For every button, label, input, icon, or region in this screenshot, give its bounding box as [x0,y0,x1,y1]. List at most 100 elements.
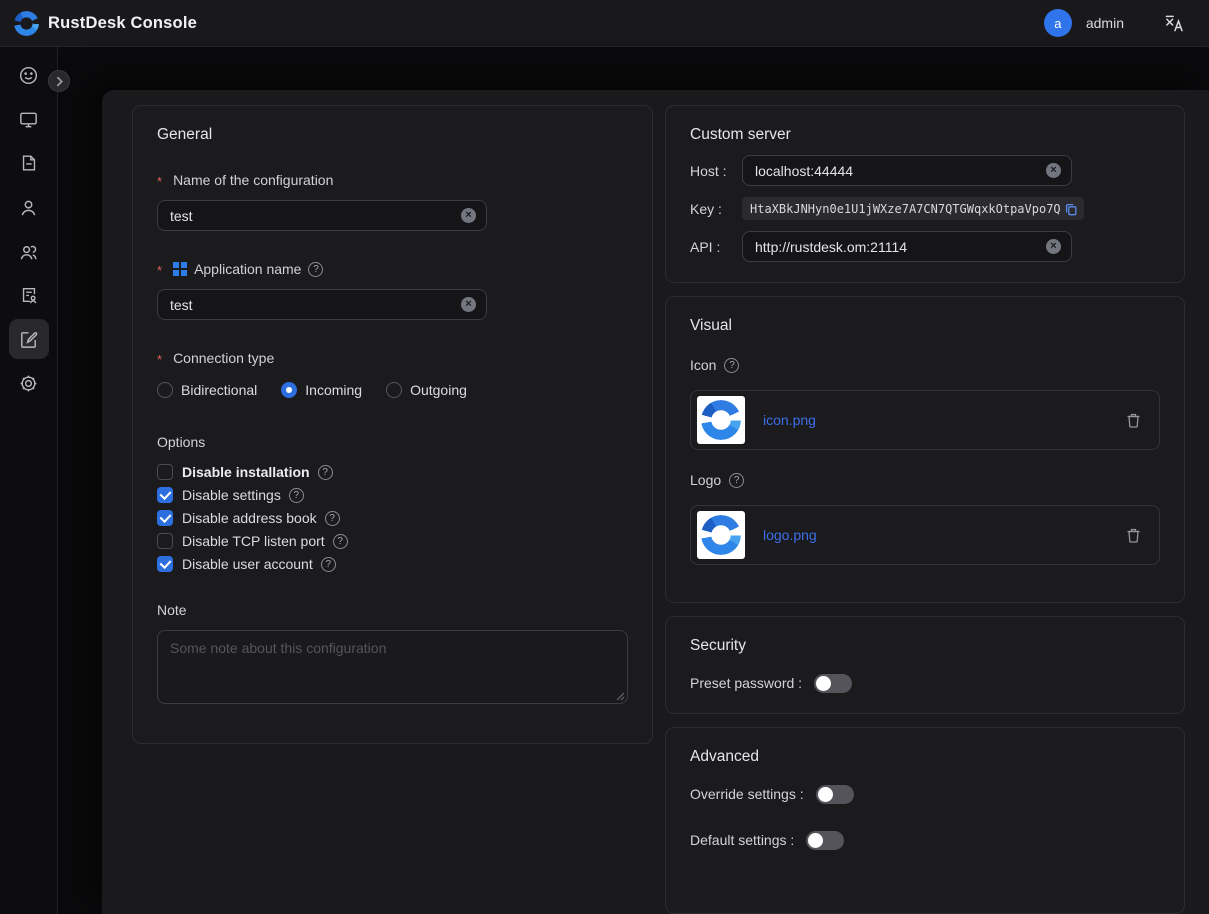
copy-icon[interactable] [1064,202,1078,216]
shell: General Name of the configuration test A… [0,47,1209,914]
clear-icon[interactable] [461,208,476,223]
app-name-value: test [170,297,461,313]
checkbox-disable-address-book[interactable]: Disable address book [157,510,628,526]
app-header: RustDesk Console a admin [0,0,1209,47]
checkbox-disable-installation[interactable]: Disable installation [157,464,628,480]
sidebar-item-devices[interactable] [9,99,49,139]
username[interactable]: admin [1086,15,1124,31]
monitor-icon [18,109,39,130]
checkbox-disable-settings[interactable]: Disable settings [157,487,628,503]
config-name-input[interactable]: test [157,200,487,231]
override-settings-toggle[interactable] [816,785,854,804]
icon-file-row: icon.png [690,390,1160,450]
options-list: Disable installation Disable settings Di… [157,464,628,572]
main-panel: General Name of the configuration test A… [102,90,1209,914]
config-name-value: test [170,208,461,224]
help-icon[interactable] [308,262,323,277]
right-column: Custom server Host : localhost:44444 Key… [665,105,1185,914]
key-value: HtaXBkJNHyn0e1U1jWXze7A7CN7QTGWqxkOtpaVp… [750,202,1060,216]
options-label: Options [157,434,628,450]
icon-thumbnail [697,396,745,444]
preset-password-label: Preset password : [690,675,802,691]
checkbox-icon [157,487,173,503]
checkbox-icon [157,464,173,480]
left-column: General Name of the configuration test A… [132,105,653,914]
note-textarea[interactable]: Some note about this configuration [157,630,628,704]
sidebar-collapse-button[interactable] [48,70,70,92]
trash-icon[interactable] [1126,527,1141,543]
radio-circle-icon [386,382,402,398]
radio-bidirectional[interactable]: Bidirectional [157,382,257,398]
trash-icon[interactable] [1126,412,1141,428]
app-title: RustDesk Console [48,14,197,33]
advanced-title: Advanced [690,748,1160,766]
connection-type-group: Bidirectional Incoming Outgoing [157,382,628,398]
sidebar-item-groups[interactable] [9,231,49,271]
help-icon[interactable] [318,465,333,480]
user-icon [18,197,39,218]
help-icon[interactable] [325,511,340,526]
api-row: API : http://rustdesk.om:21114 [690,231,1160,262]
sidebar-item-settings[interactable] [9,363,49,403]
translate-icon[interactable] [1164,14,1185,33]
sidebar-item-users[interactable] [9,187,49,227]
sidebar-item-audit[interactable] [9,275,49,315]
resize-handle-icon[interactable] [615,691,625,701]
preset-password-toggle[interactable] [814,674,852,693]
key-row: Key : HtaXBkJNHyn0e1U1jWXze7A7CN7QTGWqxk… [690,197,1160,220]
logo-thumbnail [697,511,745,559]
avatar[interactable]: a [1044,9,1072,37]
custom-server-card: Custom server Host : localhost:44444 Key… [665,105,1185,283]
radio-circle-icon [281,382,297,398]
rustdesk-logo-icon [14,11,39,36]
app-name-input[interactable]: test [157,289,487,320]
host-input[interactable]: localhost:44444 [742,155,1072,186]
help-icon[interactable] [333,534,348,549]
checkbox-icon [157,556,173,572]
override-settings-row: Override settings : [690,785,1160,804]
help-icon[interactable] [729,473,744,488]
clear-icon[interactable] [1046,163,1061,178]
icon-label: Icon [690,357,1160,373]
checkbox-icon [157,533,173,549]
brand: RustDesk Console [14,11,197,36]
user-group-icon [18,241,39,262]
clear-icon[interactable] [1046,239,1061,254]
windows-logo-icon [173,262,187,276]
api-label: API : [690,239,742,255]
clear-icon[interactable] [461,297,476,312]
connection-type-label: Connection type [157,350,628,366]
general-title: General [157,126,628,144]
checkbox-icon [157,510,173,526]
config-name-label: Name of the configuration [157,172,628,188]
default-settings-label: Default settings : [690,832,794,848]
sidebar-item-dashboard[interactable] [9,55,49,95]
security-card: Security Preset password : [665,616,1185,714]
visual-card: Visual Icon icon.png [665,296,1185,603]
override-settings-label: Override settings : [690,786,804,802]
sidebar-item-documents[interactable] [9,143,49,183]
help-icon[interactable] [724,358,739,373]
preset-password-row: Preset password : [690,674,1160,693]
default-settings-toggle[interactable] [806,831,844,850]
document-user-icon [19,285,39,305]
note-label: Note [157,602,628,618]
help-icon[interactable] [289,488,304,503]
custom-server-title: Custom server [690,126,1160,144]
general-card: General Name of the configuration test A… [132,105,653,744]
checkbox-disable-user-account[interactable]: Disable user account [157,556,628,572]
radio-incoming[interactable]: Incoming [281,382,362,398]
checkbox-disable-tcp-listen-port[interactable]: Disable TCP listen port [157,533,628,549]
help-icon[interactable] [321,557,336,572]
radio-outgoing[interactable]: Outgoing [386,382,467,398]
header-right: a admin [1044,9,1185,37]
icon-file-link[interactable]: icon.png [763,412,1108,428]
note-placeholder: Some note about this configuration [170,640,386,656]
host-label: Host : [690,163,742,179]
document-icon [19,153,39,173]
api-input[interactable]: http://rustdesk.om:21114 [742,231,1072,262]
sidebar-item-custom-client[interactable] [9,319,49,359]
visual-title: Visual [690,317,1160,335]
logo-file-link[interactable]: logo.png [763,527,1108,543]
sidebar [0,47,58,914]
